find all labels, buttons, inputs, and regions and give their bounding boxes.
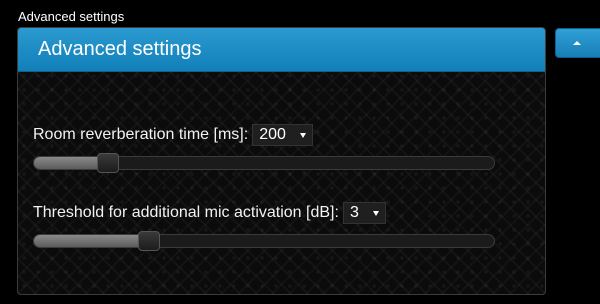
chevron-up-icon [573, 41, 581, 45]
caret-down-icon [299, 132, 306, 138]
reverberation-setting: Room reverberation time [ms]: 200 [33, 124, 495, 173]
panel-title: Advanced settings [38, 38, 202, 60]
reverberation-slider[interactable] [33, 153, 495, 173]
threshold-value: 3 [349, 204, 359, 221]
threshold-setting: Threshold for additional mic activation … [33, 202, 495, 251]
threshold-label: Threshold for additional mic activation … [33, 204, 339, 221]
reverberation-select[interactable]: 200 [252, 124, 313, 146]
reverberation-value: 200 [259, 126, 286, 143]
section-label: Advanced settings [18, 9, 125, 24]
threshold-slider-thumb[interactable] [138, 231, 160, 251]
caret-down-icon [372, 210, 379, 216]
threshold-slider-fill [34, 235, 149, 247]
threshold-select[interactable]: 3 [342, 202, 386, 224]
panel-header[interactable]: Advanced settings [18, 28, 545, 72]
threshold-slider[interactable] [33, 231, 495, 251]
reverberation-label: Room reverberation time [ms]: [33, 126, 249, 143]
reverberation-slider-thumb[interactable] [96, 153, 119, 173]
collapse-button[interactable] [555, 28, 600, 58]
